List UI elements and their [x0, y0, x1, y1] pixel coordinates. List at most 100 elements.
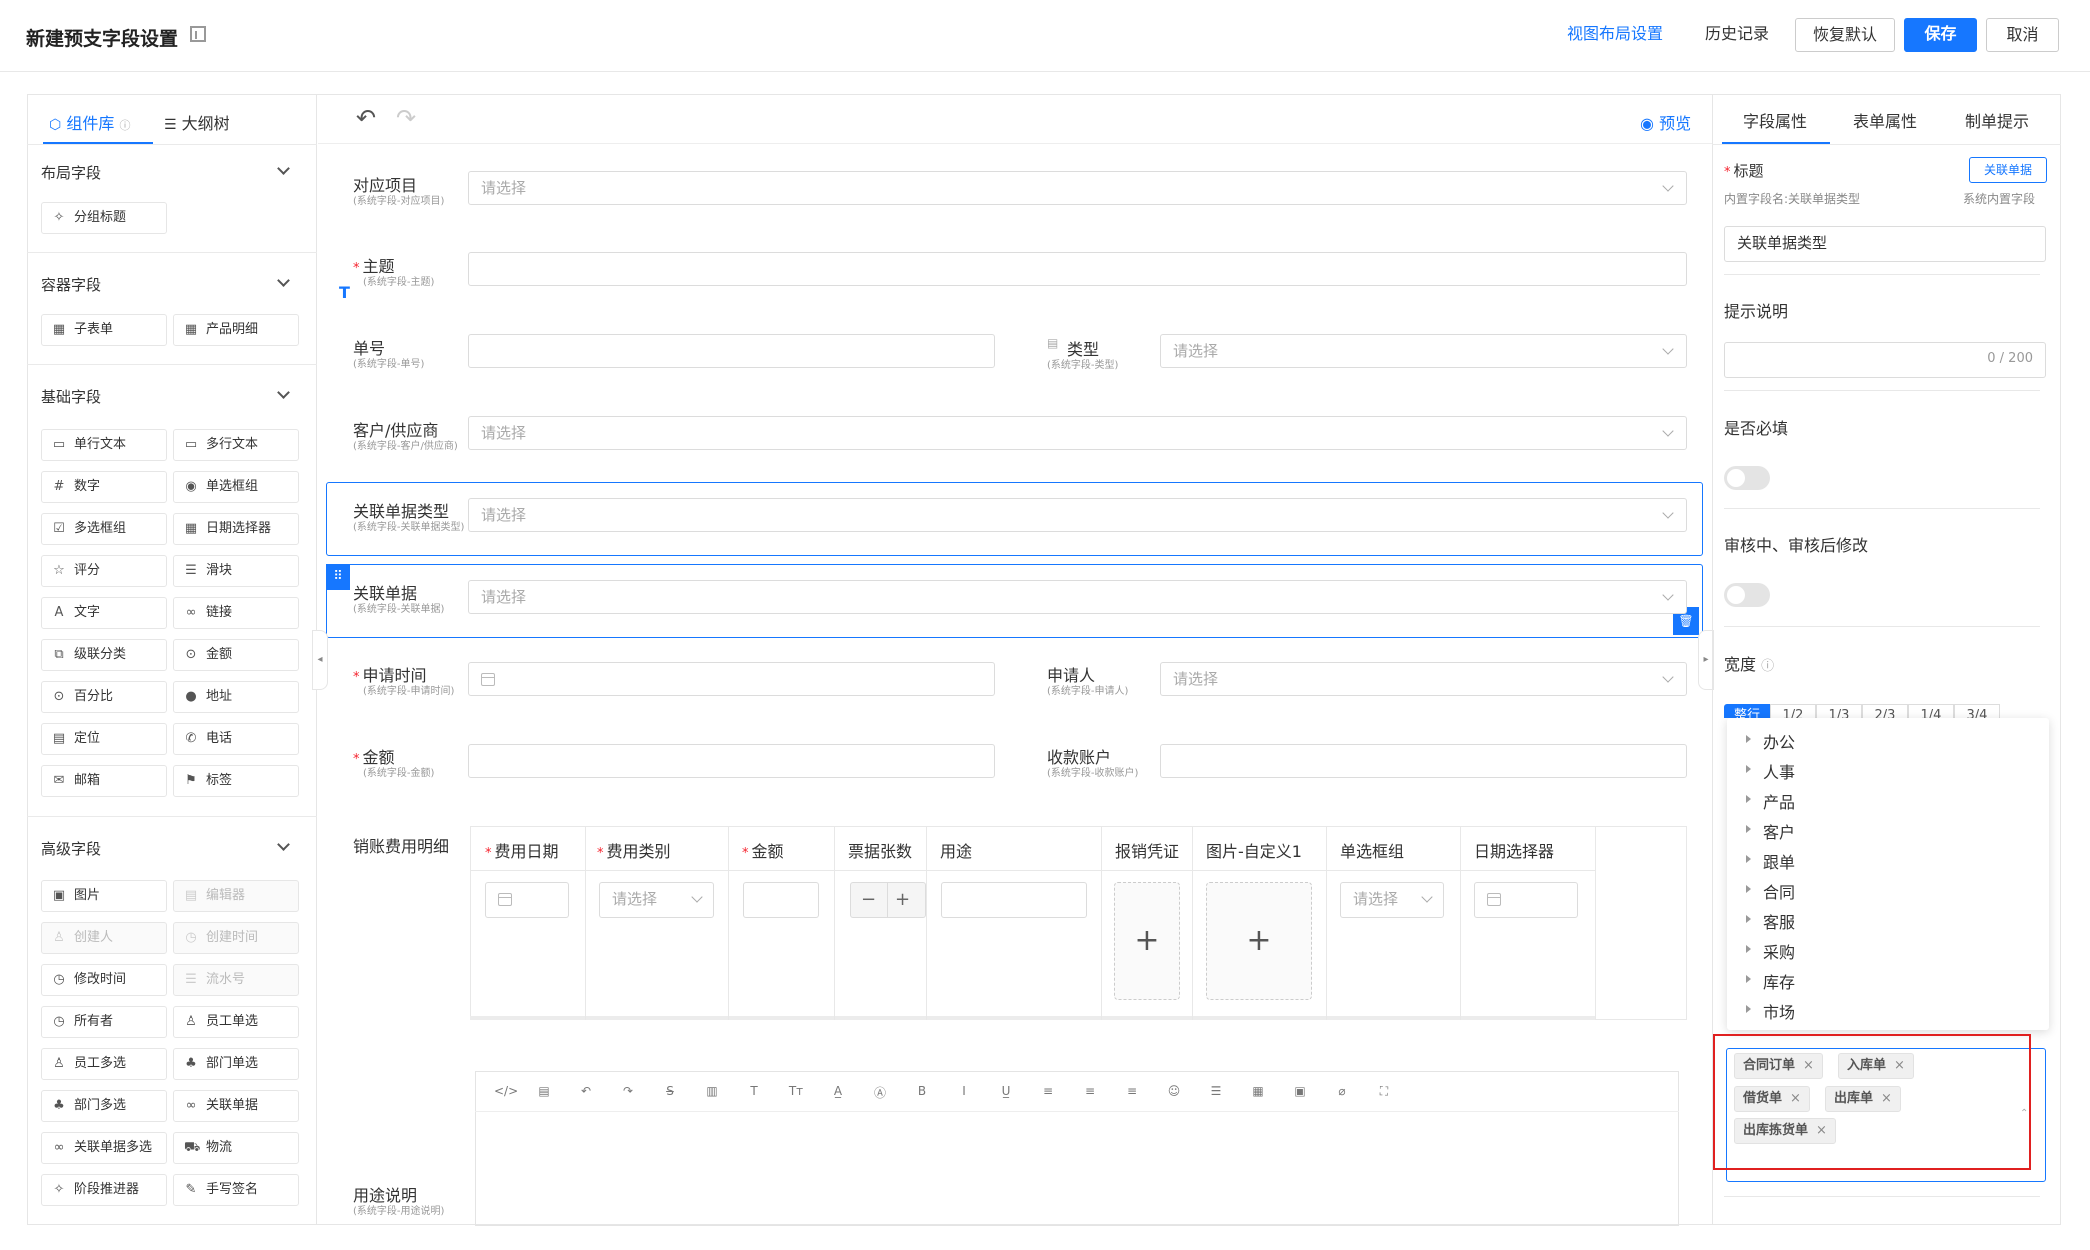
detail-radio-select[interactable]: 请选择	[1340, 882, 1444, 918]
component-item[interactable]: ∞ 关联单据多选	[41, 1132, 167, 1164]
undo-icon[interactable]: ↶	[578, 1084, 594, 1098]
component-item[interactable]: ∞ 关联单据	[173, 1090, 299, 1122]
preview-button[interactable]: ◉ 预览	[1640, 110, 1691, 134]
redo-icon[interactable]: ↷	[396, 104, 416, 132]
caret-right-icon[interactable]	[1746, 975, 1751, 983]
list-icon[interactable]: ☰	[1208, 1084, 1224, 1098]
component-item[interactable]: ☰ 滑块	[173, 555, 299, 587]
align-center-icon[interactable]: ≡	[1082, 1084, 1098, 1098]
tab-outline-tree[interactable]: ☰ 大纲树	[164, 110, 230, 134]
component-item[interactable]: ☑ 多选框组	[41, 513, 167, 545]
background-color-icon[interactable]: Ⓐ	[872, 1084, 888, 1101]
rich-text-editor[interactable]	[475, 1071, 1679, 1226]
fullscreen-icon[interactable]: ⛶	[1376, 1084, 1392, 1099]
chevron-down-icon[interactable]	[277, 274, 290, 287]
component-item[interactable]: ⚑ 标签	[173, 765, 299, 797]
drag-handle-icon[interactable]: ⠿	[326, 564, 350, 590]
width-option[interactable]: 2/3	[1862, 704, 1908, 718]
caret-right-icon[interactable]	[1746, 795, 1751, 803]
component-item[interactable]: ▦ 日期选择器	[173, 513, 299, 545]
component-item[interactable]: ◷ 所有者	[41, 1006, 167, 1038]
caret-right-icon[interactable]	[1746, 1005, 1751, 1013]
layout-icon[interactable]	[190, 26, 206, 42]
code-icon[interactable]: </>	[494, 1084, 518, 1098]
component-item[interactable]: ⧉ 级联分类	[41, 639, 167, 671]
component-item[interactable]: ⊙ 百分比	[41, 681, 167, 713]
apply-time-picker[interactable]	[468, 662, 995, 696]
subject-input[interactable]	[468, 252, 1687, 286]
align-right-icon[interactable]: ≡	[1124, 1084, 1140, 1098]
component-item[interactable]: ☆ 评分	[41, 555, 167, 587]
ticket-count-stepper[interactable]: − +	[850, 882, 926, 918]
tree-node[interactable]: 合同	[1763, 879, 1795, 903]
component-item[interactable]: ♣ 部门多选	[41, 1090, 167, 1122]
component-item[interactable]: ▭ 单行文本	[41, 429, 167, 461]
tree-node[interactable]: 库存	[1763, 969, 1795, 993]
modify-toggle[interactable]	[1724, 583, 1770, 607]
tree-node[interactable]: 跟单	[1763, 849, 1795, 873]
component-item[interactable]: ∞ 链接	[173, 597, 299, 629]
caret-right-icon[interactable]	[1746, 885, 1751, 893]
table-scrollbar[interactable]	[470, 1016, 1595, 1020]
align-left-icon[interactable]: ≡	[1040, 1084, 1056, 1098]
component-item[interactable]: ✧ 阶段推进器	[41, 1174, 167, 1206]
cancel-button[interactable]: 取消	[1986, 18, 2059, 52]
customer-select[interactable]: 请选择	[468, 416, 1687, 450]
tree-node[interactable]: 人事	[1763, 759, 1795, 783]
collapse-left-handle[interactable]: ◂	[312, 630, 328, 690]
component-item[interactable]: ▦ 子表单	[41, 314, 167, 346]
tab-field-properties[interactable]: 字段属性	[1743, 108, 1807, 132]
component-item[interactable]: ◉ 单选框组	[173, 471, 299, 503]
project-select[interactable]: 请选择	[468, 171, 1687, 205]
width-option[interactable]: 3/4	[1954, 704, 2000, 718]
component-item[interactable]: ▣ 图片	[41, 880, 167, 912]
component-item[interactable]: ⛟ 物流	[173, 1132, 299, 1164]
minus-icon[interactable]: −	[861, 889, 876, 910]
emoji-icon[interactable]: ☺	[1166, 1084, 1182, 1098]
caret-right-icon[interactable]	[1746, 735, 1751, 743]
undo-icon[interactable]: ↶	[356, 104, 376, 132]
width-option[interactable]: 1/3	[1816, 704, 1862, 718]
chevron-down-icon[interactable]	[277, 162, 290, 175]
component-item[interactable]: ♣ 部门单选	[173, 1048, 299, 1080]
title-input[interactable]: 关联单据类型	[1724, 226, 2046, 262]
tree-node[interactable]: 产品	[1763, 789, 1795, 813]
number-input[interactable]	[468, 334, 995, 368]
bold-icon[interactable]: B	[914, 1084, 930, 1098]
chevron-down-icon[interactable]	[277, 838, 290, 851]
type-select[interactable]: 请选择	[1160, 334, 1687, 368]
history-button[interactable]: 历史记录	[1692, 18, 1782, 52]
component-item[interactable]: ▦ 产品明细	[173, 314, 299, 346]
tree-node[interactable]: 客户	[1763, 819, 1795, 843]
tree-node[interactable]: 客服	[1763, 909, 1795, 933]
caret-right-icon[interactable]	[1746, 765, 1751, 773]
redo-icon[interactable]: ↷	[620, 1084, 636, 1098]
font-color-icon[interactable]: A̲	[830, 1084, 846, 1098]
required-toggle[interactable]	[1724, 466, 1770, 490]
width-option[interactable]: 1/4	[1908, 704, 1954, 718]
detail-date-picker[interactable]	[1474, 882, 1578, 918]
tab-input-tips[interactable]: 制单提示	[1965, 108, 2029, 132]
expense-category-select[interactable]: 请选择	[599, 882, 714, 918]
component-item[interactable]: ♙ 员工单选	[173, 1006, 299, 1038]
plus-icon[interactable]: +	[895, 889, 910, 910]
view-layout-link[interactable]: 视图布局设置	[1550, 18, 1680, 52]
tree-node[interactable]: 市场	[1763, 999, 1795, 1023]
table-icon[interactable]: ▦	[1250, 1084, 1266, 1098]
related-doc-select[interactable]: 请选择	[468, 580, 1687, 614]
component-item[interactable]: A 文字	[41, 597, 167, 629]
component-item[interactable]: ✉ 邮箱	[41, 765, 167, 797]
component-item[interactable]: ✎ 手写签名	[173, 1174, 299, 1206]
restore-default-button[interactable]: 恢复默认	[1795, 18, 1895, 52]
width-segment-group[interactable]: 整行 1/2 1/3 2/3 1/4 3/4	[1724, 704, 2006, 718]
component-item[interactable]: ✆ 电话	[173, 723, 299, 755]
related-doc-type-select[interactable]: 请选择	[468, 498, 1687, 532]
detail-amount-input[interactable]	[743, 882, 819, 918]
image-icon[interactable]: ▣	[1292, 1084, 1308, 1098]
component-item[interactable]: ◷ 修改时间	[41, 964, 167, 996]
image-upload[interactable]: +	[1206, 882, 1312, 1000]
component-item[interactable]: ✧ 分组标题	[41, 202, 167, 234]
save-button[interactable]: 保存	[1904, 18, 1977, 52]
paste-icon[interactable]: ▥	[704, 1084, 720, 1098]
caret-right-icon[interactable]	[1746, 855, 1751, 863]
